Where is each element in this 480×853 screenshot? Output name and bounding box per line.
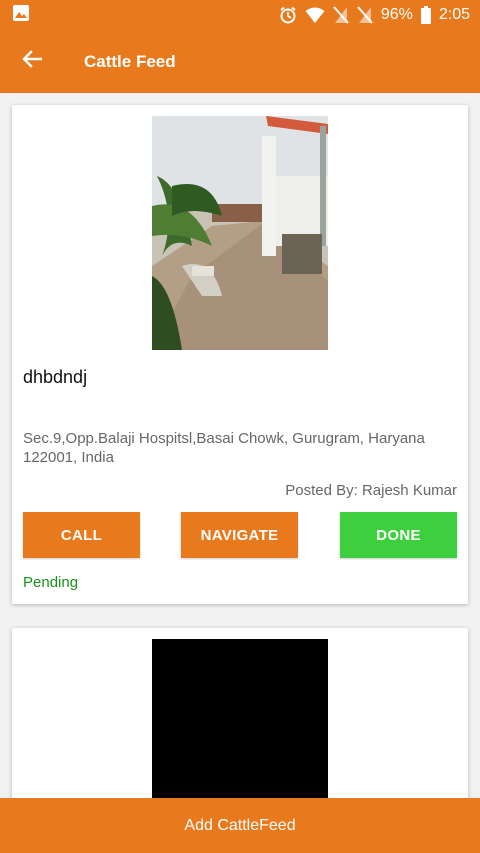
- status-bar: 96% 2:05: [0, 0, 480, 30]
- alarm-icon: [279, 6, 297, 24]
- card-address: Sec.9,Opp.Balaji Hospitsl,Basai Chowk, G…: [23, 430, 425, 466]
- clock: 2:05: [438, 6, 470, 23]
- feed-card: [12, 628, 468, 798]
- page-title: Cattle Feed: [84, 51, 176, 71]
- feed-list[interactable]: dhbdndj Sec.9,Opp.Balaji Hospitsl,Basai …: [0, 93, 480, 798]
- app-bar: Cattle Feed: [0, 30, 480, 93]
- battery-percentage: 96%: [380, 6, 413, 23]
- battery-icon: [420, 6, 431, 24]
- image-notification-icon: [12, 4, 30, 27]
- arrow-left-icon: [22, 50, 43, 73]
- posted-by: Posted By: Rajesh Kumar: [285, 482, 457, 499]
- back-button[interactable]: [0, 30, 64, 93]
- done-button[interactable]: DONE: [340, 512, 457, 558]
- status-label: Pending: [23, 574, 79, 591]
- add-cattlefeed-button[interactable]: Add CattleFeed: [0, 798, 480, 853]
- no-sim-icon: [357, 6, 373, 24]
- navigate-button[interactable]: NAVIGATE: [181, 512, 298, 558]
- call-button[interactable]: CALL: [23, 512, 140, 558]
- feed-photo[interactable]: [152, 639, 328, 798]
- wifi-icon: [305, 6, 325, 24]
- no-sim-icon: [333, 6, 349, 24]
- card-title: dhbdndj: [23, 367, 88, 387]
- feed-photo[interactable]: [152, 116, 328, 350]
- feed-card: dhbdndj Sec.9,Opp.Balaji Hospitsl,Basai …: [12, 105, 468, 604]
